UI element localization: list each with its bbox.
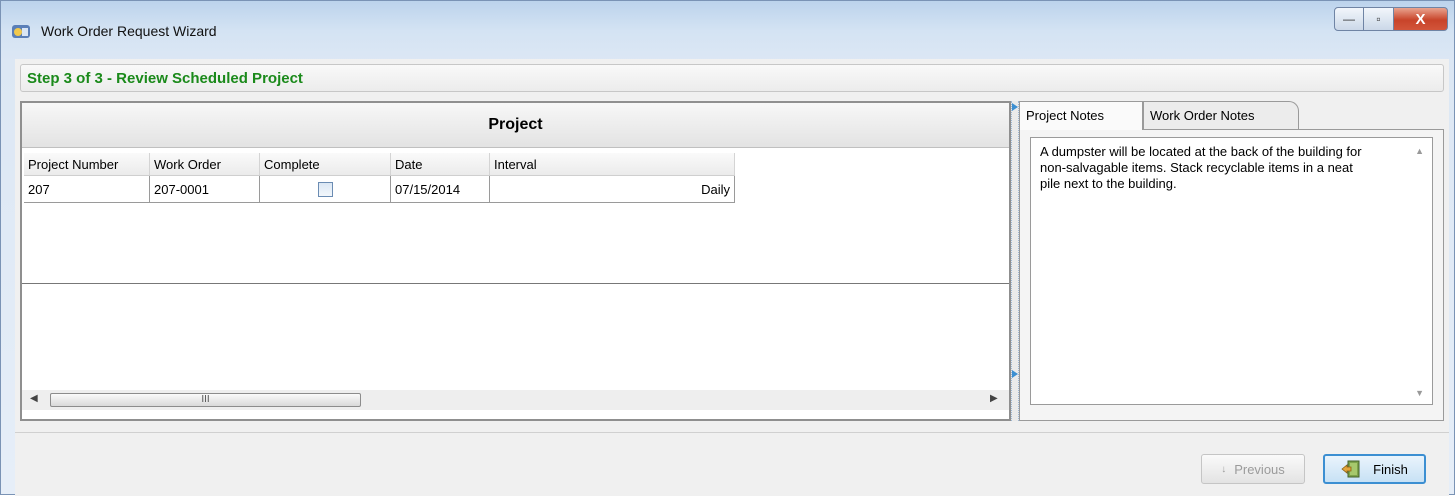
maximize-icon: ▫ xyxy=(1376,12,1381,26)
step-header: Step 3 of 3 - Review Scheduled Project xyxy=(20,64,1444,92)
previous-arrow-icon: ↓ xyxy=(1221,463,1227,475)
tab-body: A dumpster will be located at the back o… xyxy=(1019,129,1444,421)
footer-divider xyxy=(15,432,1449,433)
window-title: Work Order Request Wizard xyxy=(41,23,217,39)
cell-complete[interactable] xyxy=(259,175,391,203)
close-button[interactable]: X xyxy=(1394,7,1448,31)
project-notes-textarea[interactable]: A dumpster will be located at the back o… xyxy=(1030,137,1433,405)
scroll-thumb[interactable]: III xyxy=(50,393,361,407)
column-header-project-number[interactable]: Project Number xyxy=(24,153,150,176)
scroll-up-arrow-icon[interactable]: ▲ xyxy=(1415,146,1424,156)
finish-button[interactable]: Finish xyxy=(1323,454,1426,484)
grid-header-row: Project Number Work Order Complete Date … xyxy=(24,153,735,176)
scroll-left-arrow-icon[interactable]: ◀ xyxy=(30,393,38,404)
cell-date[interactable]: 07/15/2014 xyxy=(390,175,490,203)
notes-panel: Project Notes Work Order Notes A dumpste… xyxy=(1019,101,1444,421)
column-header-date[interactable]: Date xyxy=(390,153,490,176)
horizontal-scrollbar[interactable]: ◀ III ▶ xyxy=(22,390,1009,410)
table-row[interactable]: 207 207-0001 07/15/2014 Daily xyxy=(24,175,735,203)
scroll-down-arrow-icon[interactable]: ▼ xyxy=(1415,388,1424,398)
complete-checkbox[interactable] xyxy=(317,182,333,198)
tab-project-notes[interactable]: Project Notes xyxy=(1019,101,1143,130)
window-controls: — ▫ X xyxy=(1334,7,1448,35)
column-header-interval[interactable]: Interval xyxy=(489,153,735,176)
wizard-content: Step 3 of 3 - Review Scheduled Project P… xyxy=(15,59,1449,496)
scroll-right-arrow-icon[interactable]: ▶ xyxy=(990,393,998,404)
splitter-arrow-icon[interactable] xyxy=(1012,370,1018,378)
cell-work-order[interactable]: 207-0001 xyxy=(149,175,260,203)
project-panel-caption: Project xyxy=(22,103,1009,148)
column-header-work-order[interactable]: Work Order xyxy=(149,153,260,176)
close-icon: X xyxy=(1415,10,1426,28)
previous-button-label: Previous xyxy=(1234,461,1285,477)
minimize-icon: — xyxy=(1343,12,1355,26)
wizard-window: Work Order Request Wizard — ▫ X Step 3 o… xyxy=(0,0,1455,496)
title-bar: Work Order Request Wizard — ▫ X xyxy=(1,1,1454,59)
step-title: Step 3 of 3 - Review Scheduled Project xyxy=(27,70,303,87)
app-icon xyxy=(12,25,30,38)
tab-work-order-notes[interactable]: Work Order Notes xyxy=(1143,101,1299,129)
column-header-complete[interactable]: Complete xyxy=(259,153,391,176)
project-panel: Project Project Number Work Order Comple… xyxy=(20,101,1011,421)
previous-button[interactable]: ↓ Previous xyxy=(1201,454,1305,484)
finish-button-label: Finish xyxy=(1373,461,1408,477)
cell-project-number[interactable]: 207 xyxy=(24,175,150,203)
panel-splitter[interactable] xyxy=(1011,101,1019,421)
maximize-button[interactable]: ▫ xyxy=(1364,7,1394,31)
finish-icon xyxy=(1341,460,1360,478)
project-grid-area: Project Number Work Order Complete Date … xyxy=(22,149,1009,284)
scroll-thumb-grip: III xyxy=(201,394,210,405)
project-notes-text: A dumpster will be located at the back o… xyxy=(1040,144,1362,191)
cell-interval[interactable]: Daily xyxy=(489,175,735,203)
splitter-arrow-icon[interactable] xyxy=(1012,103,1018,111)
minimize-button[interactable]: — xyxy=(1334,7,1364,31)
project-grid: Project Number Work Order Complete Date … xyxy=(24,153,735,203)
project-panel-title: Project xyxy=(488,116,543,133)
